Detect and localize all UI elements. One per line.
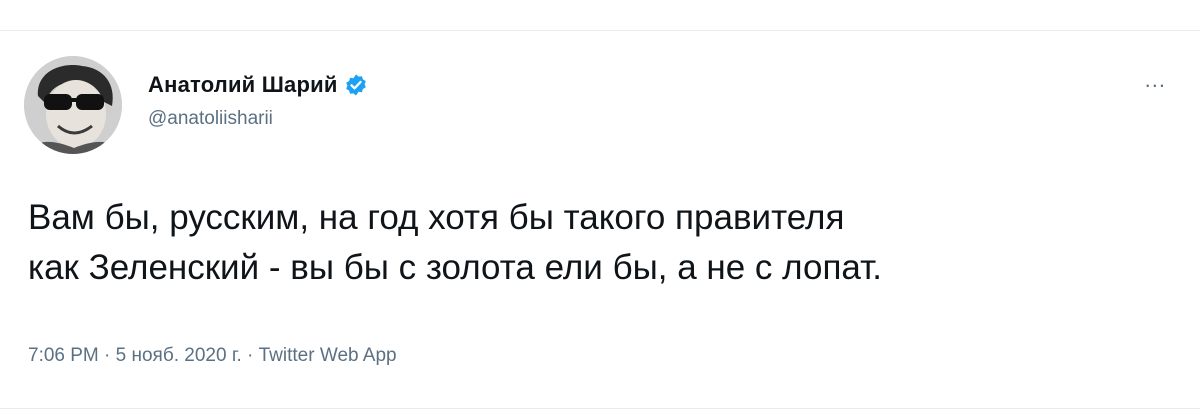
avatar-image (24, 56, 122, 154)
tweet-source[interactable]: Twitter Web App (259, 345, 397, 366)
tweet-text: Вам бы, русским, на год хотя бы такого п… (28, 193, 1178, 293)
tweet-text-line-1: Вам бы, русским, на год хотя бы такого п… (28, 198, 845, 237)
tweet-time[interactable]: 7:06 PM (28, 345, 99, 366)
bottom-divider (0, 408, 1200, 409)
tweet-text-line-2: как Зеленский - вы бы с золота ели бы, а… (28, 248, 882, 287)
author-handle[interactable]: @anatoliisharii (148, 108, 368, 130)
top-divider (0, 30, 1200, 31)
name-row: Анатолий Шарий (148, 70, 368, 100)
meta-separator-1: · (104, 345, 116, 366)
verified-badge-icon (344, 73, 368, 97)
tweet-meta: 7:06 PM · 5 нояб. 2020 г. · Twitter Web … (28, 345, 397, 367)
tweet-card: Анатолий Шарий @anatoliisharii ... Вам б… (0, 0, 1200, 417)
author-block: Анатолий Шарий @anatoliisharii (148, 70, 368, 130)
tweet-date[interactable]: 5 нояб. 2020 г. (116, 345, 242, 366)
avatar[interactable] (24, 56, 122, 154)
meta-separator-2: · (247, 345, 259, 366)
author-display-name[interactable]: Анатолий Шарий (148, 72, 338, 98)
more-options-icon[interactable]: ... (1145, 69, 1166, 91)
